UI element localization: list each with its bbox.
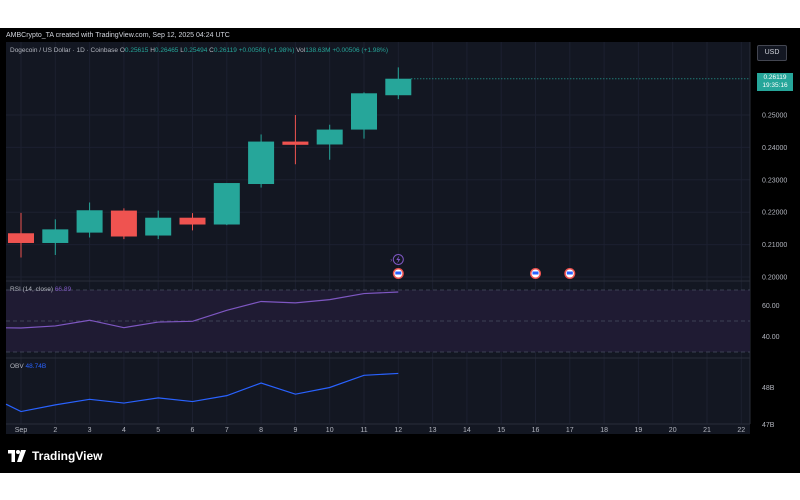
high-value: 0.26465 <box>154 47 179 54</box>
rsi-legend: RSI (14, close) 66.89 <box>10 286 71 293</box>
x-axis-label: 18 <box>600 427 608 434</box>
candle-body <box>42 229 69 243</box>
x-axis-label: 5 <box>156 427 160 434</box>
event-flag-stripe <box>532 271 539 275</box>
rsi-value: 66.89 <box>54 286 72 293</box>
candle-body <box>179 217 206 225</box>
last-price-tag: 0.26119 19:35:16 <box>757 73 793 91</box>
x-axis-label: Sep <box>15 427 28 434</box>
candle-body <box>213 183 240 225</box>
x-axis-label: 9 <box>293 427 297 434</box>
rsi-name: RSI (14, close) <box>10 286 53 293</box>
candle-body <box>351 93 377 130</box>
obv-legend: OBV 48.74B <box>10 363 46 370</box>
x-axis-label: 6 <box>191 427 195 434</box>
event-flag-stripe <box>395 271 402 275</box>
candle-body <box>145 217 172 236</box>
x-axis-label: 10 <box>326 427 334 434</box>
candle-body <box>110 210 137 237</box>
candle-body <box>385 78 412 96</box>
bar-countdown: 19:35:16 <box>762 82 788 89</box>
x-axis-label: 14 <box>463 427 471 434</box>
volume-change: +0.00506 (+1.98%) <box>332 47 388 54</box>
obv-axis-label: 48B <box>762 385 775 392</box>
volume-value: 138.63M <box>305 47 331 54</box>
candle-body <box>76 210 103 233</box>
price-axis-label: 0.24000 <box>762 145 787 152</box>
x-axis-label: 2 <box>53 427 57 434</box>
price-axis-label: 0.20000 <box>762 275 787 282</box>
currency-button[interactable]: USD <box>757 45 787 61</box>
chart-header: AMBCrypto_TA created with TradingView.co… <box>6 32 230 39</box>
brand-name: TradingView <box>32 449 103 463</box>
x-axis-label: 8 <box>259 427 263 434</box>
x-axis-label: 15 <box>497 427 505 434</box>
tradingview-logo-icon <box>8 450 26 462</box>
candle-body <box>316 129 343 145</box>
price-axis-label: 0.21000 <box>762 242 787 249</box>
x-axis-label: 12 <box>394 427 402 434</box>
price-axis-label: 0.22000 <box>762 210 787 217</box>
symbol-legend: Dogecoin / US Dollar · 1D · Coinbase O0.… <box>10 47 388 54</box>
obv-name: OBV <box>10 363 24 370</box>
candle-body <box>8 233 34 243</box>
rsi-axis-label: 60.00 <box>762 303 780 310</box>
change-value: +0.00506 (+1.98%) <box>238 47 295 54</box>
price-axis-label: 0.23000 <box>762 177 787 184</box>
x-axis-label: 19 <box>635 427 643 434</box>
x-axis-label: 4 <box>122 427 126 434</box>
volume-label: Vol <box>296 47 306 54</box>
low-value: 0.25494 <box>183 47 208 54</box>
obv-value: 48.74B <box>25 363 47 370</box>
close-value: 0.26119 <box>213 47 237 54</box>
chart-canvas[interactable]: › 0.20000 0.21000 0.22000 0.23000 0.24000 0.2… <box>0 28 800 473</box>
x-axis-label: 3 <box>88 427 92 434</box>
x-axis-label: 7 <box>225 427 229 434</box>
chart-frame: › 0.20000 0.21000 0.22000 0.23000 0.24000 0.2… <box>0 28 800 473</box>
x-axis-label: 11 <box>360 427 367 434</box>
x-axis-label: 17 <box>566 427 574 434</box>
rsi-axis-label: 40.00 <box>762 334 780 341</box>
x-axis-label: 21 <box>703 427 711 434</box>
x-axis-label: 16 <box>532 427 540 434</box>
candle-body <box>282 141 309 145</box>
obv-axis-label: 47B <box>762 422 775 429</box>
event-flag-stripe <box>566 271 573 275</box>
x-axis-label: 22 <box>737 427 745 434</box>
x-axis-label: 20 <box>669 427 677 434</box>
price-axis-label: 0.25000 <box>762 113 787 120</box>
tradingview-brand[interactable]: TradingView <box>8 446 102 466</box>
x-axis-label: 13 <box>429 427 437 434</box>
symbol-name: Dogecoin / US Dollar · 1D · Coinbase <box>10 47 119 54</box>
candle-body <box>248 141 275 185</box>
open-value: 0.25615 <box>124 47 149 54</box>
last-price-value: 0.26119 <box>763 74 787 81</box>
lightning-arrow: › <box>390 258 392 264</box>
